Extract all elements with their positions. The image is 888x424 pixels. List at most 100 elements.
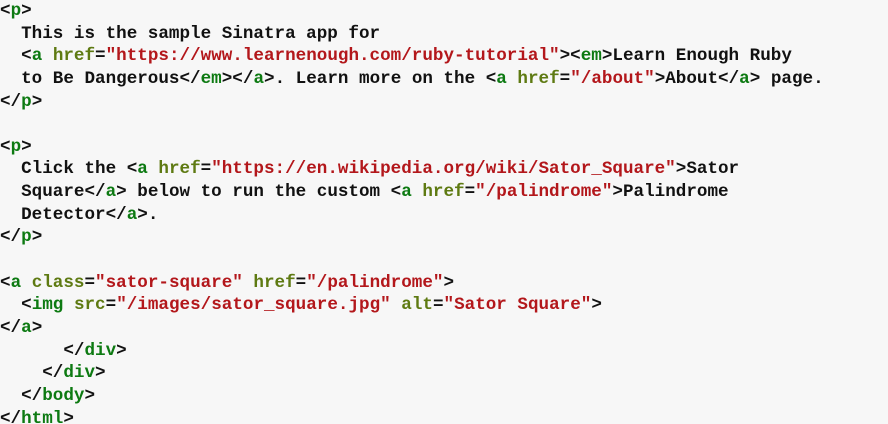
code-token-pun: </ (179, 68, 201, 89)
code-line: Click the <a href="https://en.wikipedia.… (0, 158, 888, 181)
code-line: <a class="sator-square" href="/palindrom… (0, 272, 888, 295)
code-token-tag: p (10, 1, 22, 21)
code-token-pun: > (443, 272, 455, 293)
code-token-pun: ></ (221, 68, 254, 89)
code-line: </div> (0, 362, 888, 385)
code-token-pun: > (612, 182, 623, 203)
code-token-pun: < (0, 136, 11, 157)
code-token-tag: div (63, 363, 96, 384)
code-token-pun: > (31, 91, 43, 112)
code-line: <a href="https://www.learnenough.com/rub… (0, 45, 888, 68)
code-token-txt: Learn Enough Ruby (612, 46, 792, 67)
code-token-txt: Detector (0, 204, 106, 225)
code-token-txt: . Learn more on the (274, 68, 486, 89)
code-token-attr: alt (401, 295, 433, 316)
code-token-txt: Click the (0, 159, 127, 180)
code-token-attr: href (253, 272, 296, 293)
code-token-tag: a (21, 317, 32, 338)
code-token-tag: p (21, 91, 32, 112)
code-line: to Be Dangerous</em></a>. Learn more on … (0, 68, 888, 91)
code-line: <p> (0, 0, 888, 23)
code-token-txt: . (147, 204, 159, 225)
code-token-tag: body (42, 385, 85, 406)
code-line: </div> (0, 340, 888, 363)
code-token-str: "sator-square" (95, 272, 243, 293)
code-token-tag: a (10, 272, 22, 293)
code-token-tag: em (200, 68, 222, 89)
code-token-pun: = (105, 295, 117, 316)
code-token-pun: < (21, 46, 32, 67)
code-token-tag: a (105, 182, 117, 203)
code-token-pun: >< (559, 46, 581, 67)
code-line: <img src="/images/sator_square.jpg" alt=… (0, 294, 888, 317)
code-token-txt: below to run the custom (126, 182, 391, 203)
code-token-tag: a (253, 68, 264, 89)
code-line: </body> (0, 385, 888, 408)
code-token-pun: > (21, 1, 32, 21)
code-token-tag: p (10, 136, 22, 157)
code-token-pun: </ (105, 204, 127, 225)
code-token-pun: > (84, 385, 96, 406)
code-token-attr: href (52, 46, 96, 67)
code-token-pun: > (21, 136, 32, 157)
code-token-pun: < (126, 159, 138, 180)
code-token-tag: a (739, 68, 750, 89)
code-token-pun: < (0, 272, 11, 293)
code-line: </a> (0, 317, 888, 340)
code-token-pun: > (675, 159, 687, 180)
code-token-pun: </ (42, 363, 64, 384)
code-token-pun: < (21, 295, 32, 316)
code-token-pun: = (84, 272, 96, 293)
code-line: </html> (0, 408, 888, 424)
code-token-txt: About (665, 68, 719, 89)
code-token-txt: page. (760, 68, 824, 89)
code-token-tag: a (496, 68, 507, 89)
code-token-tag: html (21, 408, 64, 424)
code-line: Square</a> below to run the custom <a hr… (0, 181, 888, 204)
code-token-pun: </ (63, 340, 85, 361)
code-token-tag: p (21, 227, 32, 248)
code-token-pun: > (749, 68, 761, 89)
code-token-str: "Sator Square" (443, 295, 592, 316)
code-token-pun: = (559, 68, 571, 89)
code-token-pun: > (116, 182, 127, 203)
code-token-str: "/about" (570, 68, 655, 89)
code-token-pun: = (295, 272, 307, 293)
code-token-pun: < (485, 68, 497, 89)
code-token-txt: This is the sample Sinatra app for (0, 23, 381, 44)
code-token-tag: div (84, 340, 117, 361)
code-token-tag: a (401, 182, 412, 203)
code-token-pun: > (601, 46, 613, 67)
code-token-tag: a (126, 204, 138, 225)
code-token-str: "/images/sator_square.jpg" (116, 295, 391, 316)
code-line: Detector</a>. (0, 204, 888, 227)
code-token-pun: > (116, 340, 127, 361)
code-token-attr: class (31, 272, 85, 293)
code-line: <p> (0, 136, 888, 159)
code-token-pun: > (95, 363, 106, 384)
code-token-tag: em (580, 46, 602, 67)
code-token-pun: = (95, 46, 106, 67)
code-token-txt: to Be Dangerous (0, 68, 180, 89)
code-token-pun: </ (0, 91, 22, 112)
code-token-pun: > (137, 204, 148, 225)
code-token-attr: href (422, 182, 465, 203)
code-token-str: "/palindrome" (306, 272, 444, 293)
code-token-pun: > (264, 68, 275, 89)
code-token-attr: src (73, 295, 106, 316)
code-token-pun: </ (718, 68, 740, 89)
code-token-tag: img (31, 295, 64, 316)
code-token-str: "https://en.wikipedia.org/wiki/Sator_Squ… (211, 159, 676, 180)
code-token-tag: a (137, 159, 148, 180)
